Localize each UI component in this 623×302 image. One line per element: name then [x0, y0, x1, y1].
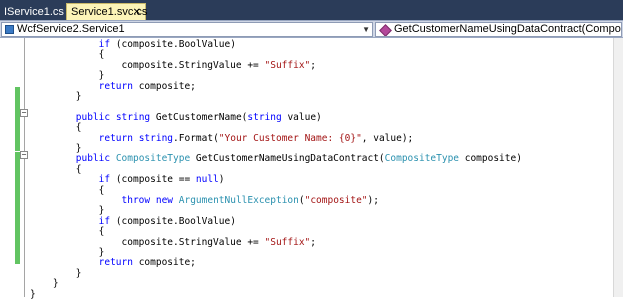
code-token: ); [367, 195, 379, 206]
code-editor-window: IService1.cs▢ Service1.svc.cs ✕ WcfServi… [0, 0, 623, 300]
code-token: } [30, 288, 36, 300]
outline-rail [24, 38, 25, 297]
code-token: "composite" [304, 195, 368, 206]
code-token: new [155, 195, 174, 206]
code-token: ; [310, 236, 316, 248]
code-token: null [195, 174, 219, 186]
code-token: ; [310, 59, 316, 71]
code-token: string [247, 111, 282, 123]
change-indicator-bar [15, 152, 20, 264]
member-dropdown[interactable]: GetCustomerNameUsingDataContract(Composi… [375, 22, 622, 37]
dropdown-arrow-icon[interactable]: ▼ [362, 23, 370, 36]
code-token: value) [281, 111, 322, 123]
code-token: } [30, 91, 82, 102]
code-token: (composite.BoolValue) [110, 39, 236, 50]
code-token: "Suffix" [264, 59, 311, 71]
collapse-icon[interactable]: − [20, 151, 28, 159]
code-token: (composite == [110, 174, 196, 186]
vertical-scrollbar[interactable] [613, 38, 623, 297]
code-token: composite; [132, 80, 196, 92]
code-token: CompositeType [384, 153, 460, 165]
code-token: string [115, 111, 151, 123]
code-token: composite; [132, 257, 196, 269]
code-token: ArgumentNullException [178, 195, 299, 206]
code-token: .Format( [173, 132, 219, 144]
close-icon[interactable]: ✕ [133, 4, 141, 21]
code-token: ) [218, 174, 225, 186]
member-dropdown-value: GetCustomerNameUsingDataContract(Composi… [394, 23, 621, 35]
code-token: CompositeType [115, 153, 191, 165]
code-token: string [138, 132, 174, 144]
type-dropdown[interactable]: WcfService2.Service1 ▼ [1, 22, 373, 37]
code-line[interactable]: return string.Format("Your Customer Name… [30, 132, 414, 146]
code-token: return [98, 257, 133, 269]
code-line[interactable]: } [30, 288, 36, 302]
code-token: composite) [459, 153, 522, 165]
method-icon [379, 24, 392, 36]
tab-iservice1[interactable]: IService1.cs▢ [2, 3, 74, 20]
code-token: throw [121, 195, 151, 206]
code-line[interactable]: public CompositeType GetCustomerNameUsin… [30, 152, 522, 166]
tab-label: IService1.cs [4, 6, 64, 18]
tab-service1-svc[interactable]: Service1.svc.cs ✕ [66, 3, 147, 21]
code-editor[interactable]: − − if (composite.BoolValue) { composite… [0, 38, 623, 300]
collapse-icon[interactable]: − [20, 109, 28, 117]
code-token: "Your Customer Name: {0}" [218, 132, 362, 144]
class-icon [5, 25, 14, 34]
code-token: (composite.BoolValue) [110, 215, 236, 227]
navigation-bar: WcfService2.Service1 ▼ GetCustomerNameUs… [0, 20, 623, 38]
change-indicator-bar [15, 87, 20, 151]
code-token: return [98, 80, 133, 92]
code-token: "Suffix" [264, 236, 311, 248]
type-dropdown-value: WcfService2.Service1 [17, 23, 125, 35]
code-token: return [98, 132, 133, 144]
code-token: GetCustomerNameUsingDataContract( [190, 153, 385, 165]
code-line[interactable]: } [30, 90, 82, 104]
code-token: , value); [361, 132, 414, 144]
document-tab-strip: IService1.cs▢ Service1.svc.cs ✕ [0, 0, 623, 20]
code-token: GetCustomerName( [150, 111, 248, 123]
